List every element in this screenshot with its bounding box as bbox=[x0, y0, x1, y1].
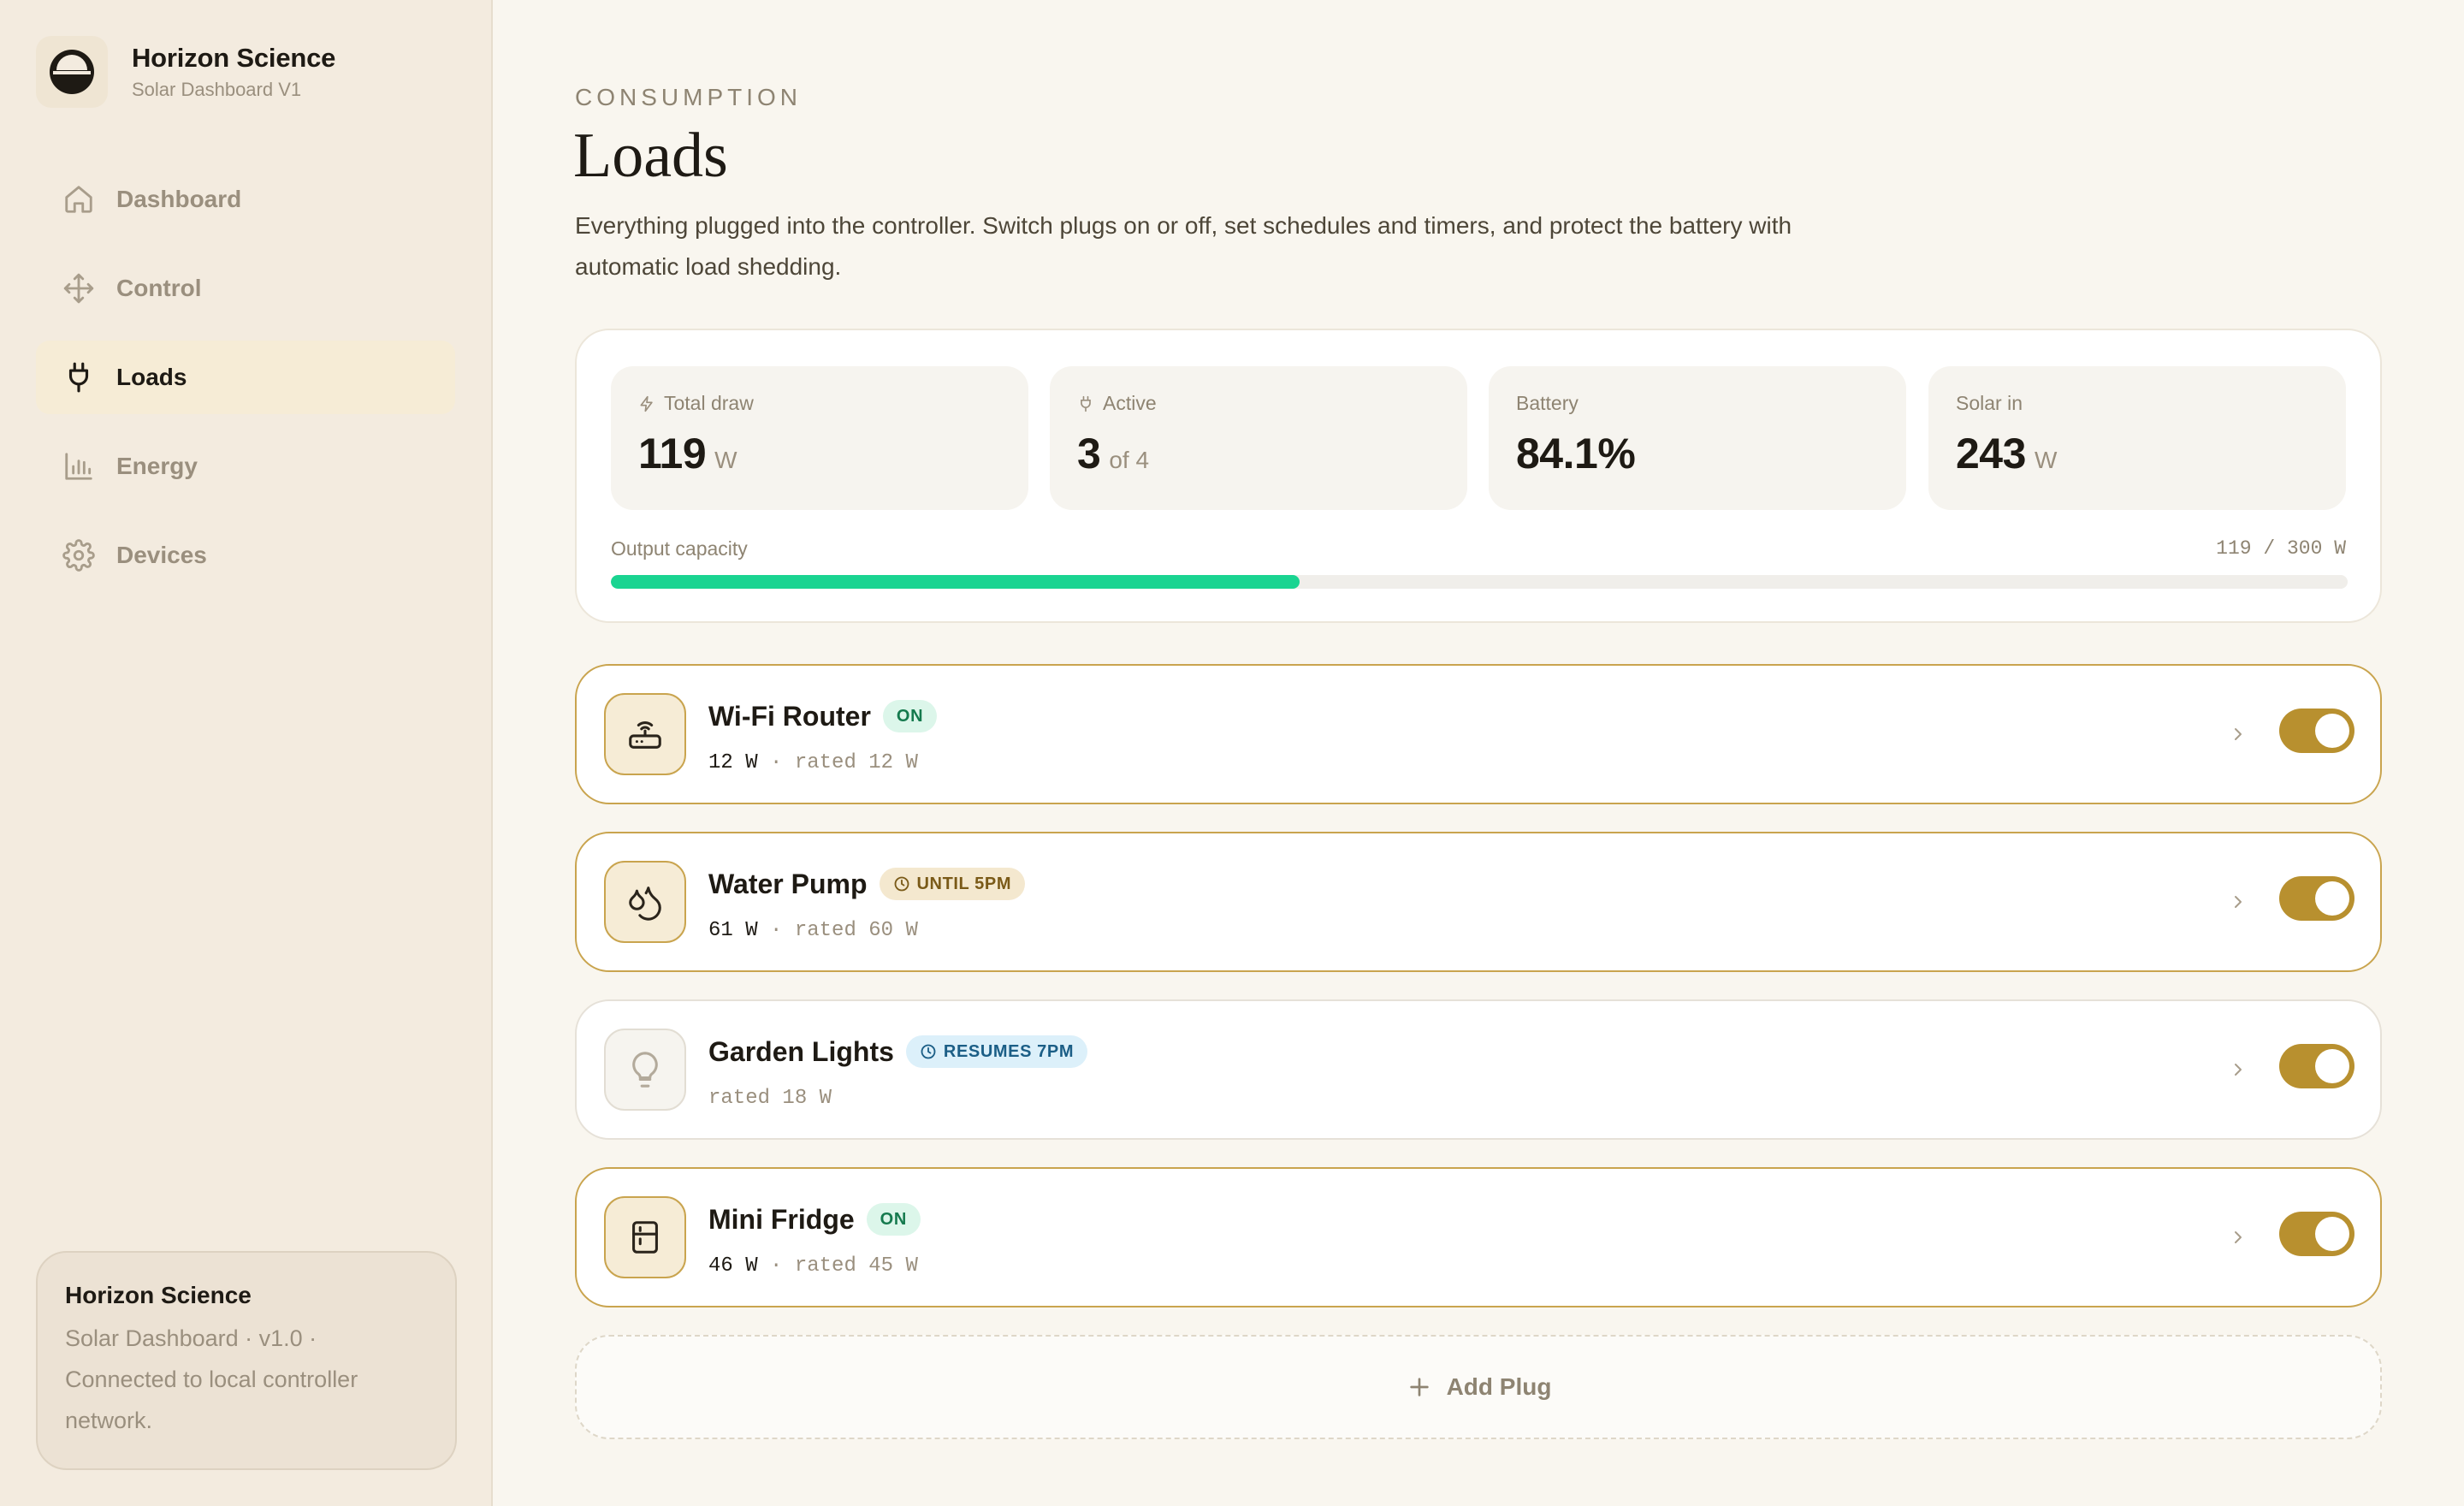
chevron-right-icon[interactable] bbox=[2223, 1054, 2254, 1085]
plug-rated: rated 12 W bbox=[794, 751, 918, 774]
sidebar-item-label: Control bbox=[116, 275, 202, 301]
status-badge: RESUMES 7PM bbox=[905, 1035, 1088, 1068]
capacity-value: 119 / 300 W bbox=[2216, 537, 2346, 560]
brand-subtitle: Solar Dashboard V1 bbox=[132, 79, 302, 100]
capacity-label: Output capacity bbox=[611, 537, 748, 560]
stat-value: 243 bbox=[1956, 430, 2026, 477]
plug-toggle[interactable] bbox=[2279, 1044, 2354, 1088]
plug-toggle[interactable] bbox=[2279, 876, 2354, 921]
sidebar-item-loads[interactable]: Loads bbox=[36, 341, 455, 414]
clock-icon bbox=[894, 876, 909, 892]
plug-name: Water Pump bbox=[708, 868, 868, 899]
sidebar-item-control[interactable]: Control bbox=[36, 252, 455, 325]
add-plug-label: Add Plug bbox=[1446, 1373, 1552, 1400]
sidebar-item-devices[interactable]: Devices bbox=[36, 519, 455, 592]
stat-label: Solar in bbox=[1956, 392, 2023, 414]
plus-icon bbox=[1409, 1378, 1429, 1396]
plug-name: Wi-Fi Router bbox=[708, 700, 871, 732]
stats-card: Total draw 119 W Active 3 of 4 Battery 8… bbox=[575, 329, 2382, 623]
chevron-right-icon[interactable] bbox=[2223, 1222, 2254, 1253]
bar-chart-icon bbox=[62, 449, 96, 483]
plug-watts: 12 W bbox=[708, 751, 758, 774]
add-plug-button[interactable]: Add Plug bbox=[575, 1335, 2382, 1439]
page-eyebrow: CONSUMPTION bbox=[575, 84, 802, 110]
plug-meta: 12 W · rated 12 W bbox=[708, 751, 918, 774]
fridge-icon bbox=[604, 1196, 686, 1278]
move-icon bbox=[62, 271, 96, 305]
sidebar: Horizon Science Solar Dashboard V1 Dashb… bbox=[0, 0, 493, 1506]
stat-value: 84.1% bbox=[1516, 430, 1636, 477]
capacity-progress-bar bbox=[611, 575, 2348, 589]
page-description: Everything plugged into the controller. … bbox=[575, 212, 1792, 280]
home-icon bbox=[62, 182, 96, 216]
capacity-progress-fill bbox=[611, 575, 1300, 589]
plug-card-garden-lights[interactable]: Garden Lights RESUMES 7PM rated 18 W bbox=[575, 999, 2382, 1140]
stat-value: 3 bbox=[1077, 430, 1101, 477]
plug-meta: rated 18 W bbox=[708, 1087, 832, 1110]
sidebar-nav: Dashboard Control Loads Energy Devices bbox=[36, 163, 455, 608]
logo bbox=[36, 36, 108, 108]
sidebar-item-energy[interactable]: Energy bbox=[36, 430, 455, 503]
plug-toggle[interactable] bbox=[2279, 1212, 2354, 1256]
plug-icon bbox=[62, 360, 96, 394]
main-content: CONSUMPTION Loads Everything plugged int… bbox=[493, 0, 2464, 1506]
page-title: Loads bbox=[573, 121, 728, 191]
brand-title: Horizon Science bbox=[132, 43, 336, 73]
plug-meta: 61 W · rated 60 W bbox=[708, 919, 918, 942]
sidebar-item-label: Energy bbox=[116, 453, 198, 479]
plug-watts: 46 W bbox=[708, 1254, 758, 1278]
sun-horizon-logo-icon bbox=[50, 50, 94, 94]
about-card-body: Solar Dashboard · v1.0 · Connected to lo… bbox=[65, 1325, 358, 1433]
plug-card-wifi-router[interactable]: Wi-Fi Router ON 12 W · rated 12 W bbox=[575, 664, 2382, 804]
plug-card-water-pump[interactable]: Water Pump UNTIL 5PM 61 W · rated 60 W bbox=[575, 832, 2382, 972]
status-badge-label: UNTIL 5PM bbox=[916, 874, 1012, 893]
bolt-icon bbox=[640, 395, 653, 412]
plug-card-mini-fridge[interactable]: Mini Fridge ON 46 W · rated 45 W bbox=[575, 1167, 2382, 1307]
plug-name: Mini Fridge bbox=[708, 1203, 855, 1235]
stat-unit: W bbox=[714, 447, 737, 473]
status-badge: ON bbox=[882, 700, 938, 732]
plug-rated: rated 45 W bbox=[794, 1254, 918, 1278]
stat-total-draw: Total draw 119 W bbox=[611, 366, 1028, 510]
plug-rated: rated 18 W bbox=[708, 1087, 832, 1110]
about-card: Horizon Science Solar Dashboard · v1.0 ·… bbox=[36, 1251, 457, 1470]
plug-name: Garden Lights bbox=[708, 1035, 894, 1067]
stat-unit: W bbox=[2034, 447, 2058, 473]
stat-label: Battery bbox=[1516, 392, 1578, 414]
stat-battery: Battery 84.1% bbox=[1489, 366, 1906, 510]
plug-meta: 46 W · rated 45 W bbox=[708, 1254, 918, 1278]
gear-icon bbox=[62, 538, 96, 572]
plug-toggle[interactable] bbox=[2279, 709, 2354, 753]
sidebar-item-label: Dashboard bbox=[116, 186, 242, 212]
stat-active: Active 3 of 4 bbox=[1050, 366, 1467, 510]
stat-value: 119 bbox=[638, 430, 707, 477]
brand[interactable]: Horizon Science Solar Dashboard V1 bbox=[36, 36, 335, 108]
status-badge: UNTIL 5PM bbox=[879, 868, 1026, 900]
plug-watts: 61 W bbox=[708, 919, 758, 942]
plug-rated: rated 60 W bbox=[794, 919, 918, 942]
router-icon bbox=[604, 693, 686, 775]
stat-solar-in: Solar in 243 W bbox=[1928, 366, 2346, 510]
stat-unit: of 4 bbox=[1109, 447, 1150, 473]
about-card-title: Horizon Science bbox=[65, 1282, 252, 1308]
clock-icon bbox=[921, 1044, 936, 1059]
water-drops-icon bbox=[604, 861, 686, 943]
plug-icon bbox=[1081, 395, 1091, 412]
stat-label: Active bbox=[1103, 392, 1157, 414]
sidebar-item-dashboard[interactable]: Dashboard bbox=[36, 163, 455, 236]
lightbulb-icon bbox=[604, 1029, 686, 1111]
sidebar-item-label: Loads bbox=[116, 364, 187, 390]
status-badge: ON bbox=[866, 1203, 921, 1236]
chevron-right-icon[interactable] bbox=[2223, 719, 2254, 750]
stat-label: Total draw bbox=[664, 392, 754, 414]
chevron-right-icon[interactable] bbox=[2223, 886, 2254, 917]
sidebar-item-label: Devices bbox=[116, 542, 207, 568]
status-badge-label: RESUMES 7PM bbox=[943, 1041, 1075, 1061]
